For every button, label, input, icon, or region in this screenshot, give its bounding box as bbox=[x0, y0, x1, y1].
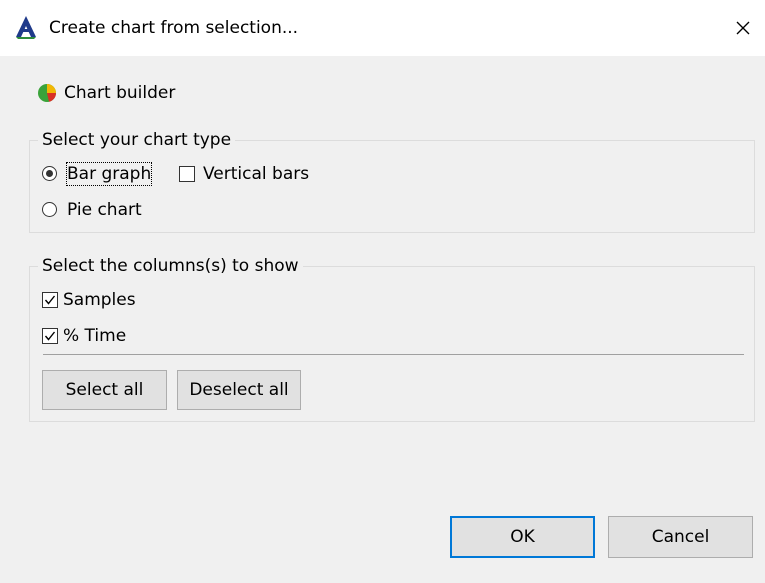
radio-button[interactable] bbox=[42, 202, 57, 217]
vertical-bars-label: Vertical bars bbox=[203, 164, 310, 184]
percent-time-label: % Time bbox=[63, 326, 127, 346]
checkbox[interactable] bbox=[179, 166, 195, 182]
checkbox[interactable] bbox=[42, 292, 58, 308]
separator bbox=[43, 354, 744, 355]
select-all-button[interactable]: Select all bbox=[42, 370, 167, 410]
title-bar: Create chart from selection... bbox=[0, 0, 765, 56]
header-text: Chart builder bbox=[64, 83, 176, 103]
samples-label: Samples bbox=[63, 290, 136, 310]
check-icon bbox=[44, 295, 56, 305]
chart-type-group: Select your chart type Bar graph Vertica… bbox=[29, 129, 755, 233]
chart-type-legend: Select your chart type bbox=[38, 129, 236, 151]
radio-button[interactable] bbox=[42, 166, 57, 181]
bar-graph-label: Bar graph bbox=[65, 162, 153, 186]
cancel-button[interactable]: Cancel bbox=[608, 516, 753, 558]
check-icon bbox=[44, 331, 56, 341]
ok-button[interactable]: OK bbox=[450, 516, 595, 558]
close-button[interactable] bbox=[724, 10, 762, 46]
window-title: Create chart from selection... bbox=[49, 18, 299, 38]
pie-chart-label: Pie chart bbox=[67, 200, 142, 220]
deselect-all-button[interactable]: Deselect all bbox=[177, 370, 301, 410]
pie-chart-icon bbox=[38, 84, 57, 102]
close-icon bbox=[736, 21, 750, 35]
columns-legend: Select the columns(s) to show bbox=[38, 255, 303, 277]
checkbox[interactable] bbox=[42, 328, 58, 344]
app-logo-icon bbox=[16, 16, 36, 39]
